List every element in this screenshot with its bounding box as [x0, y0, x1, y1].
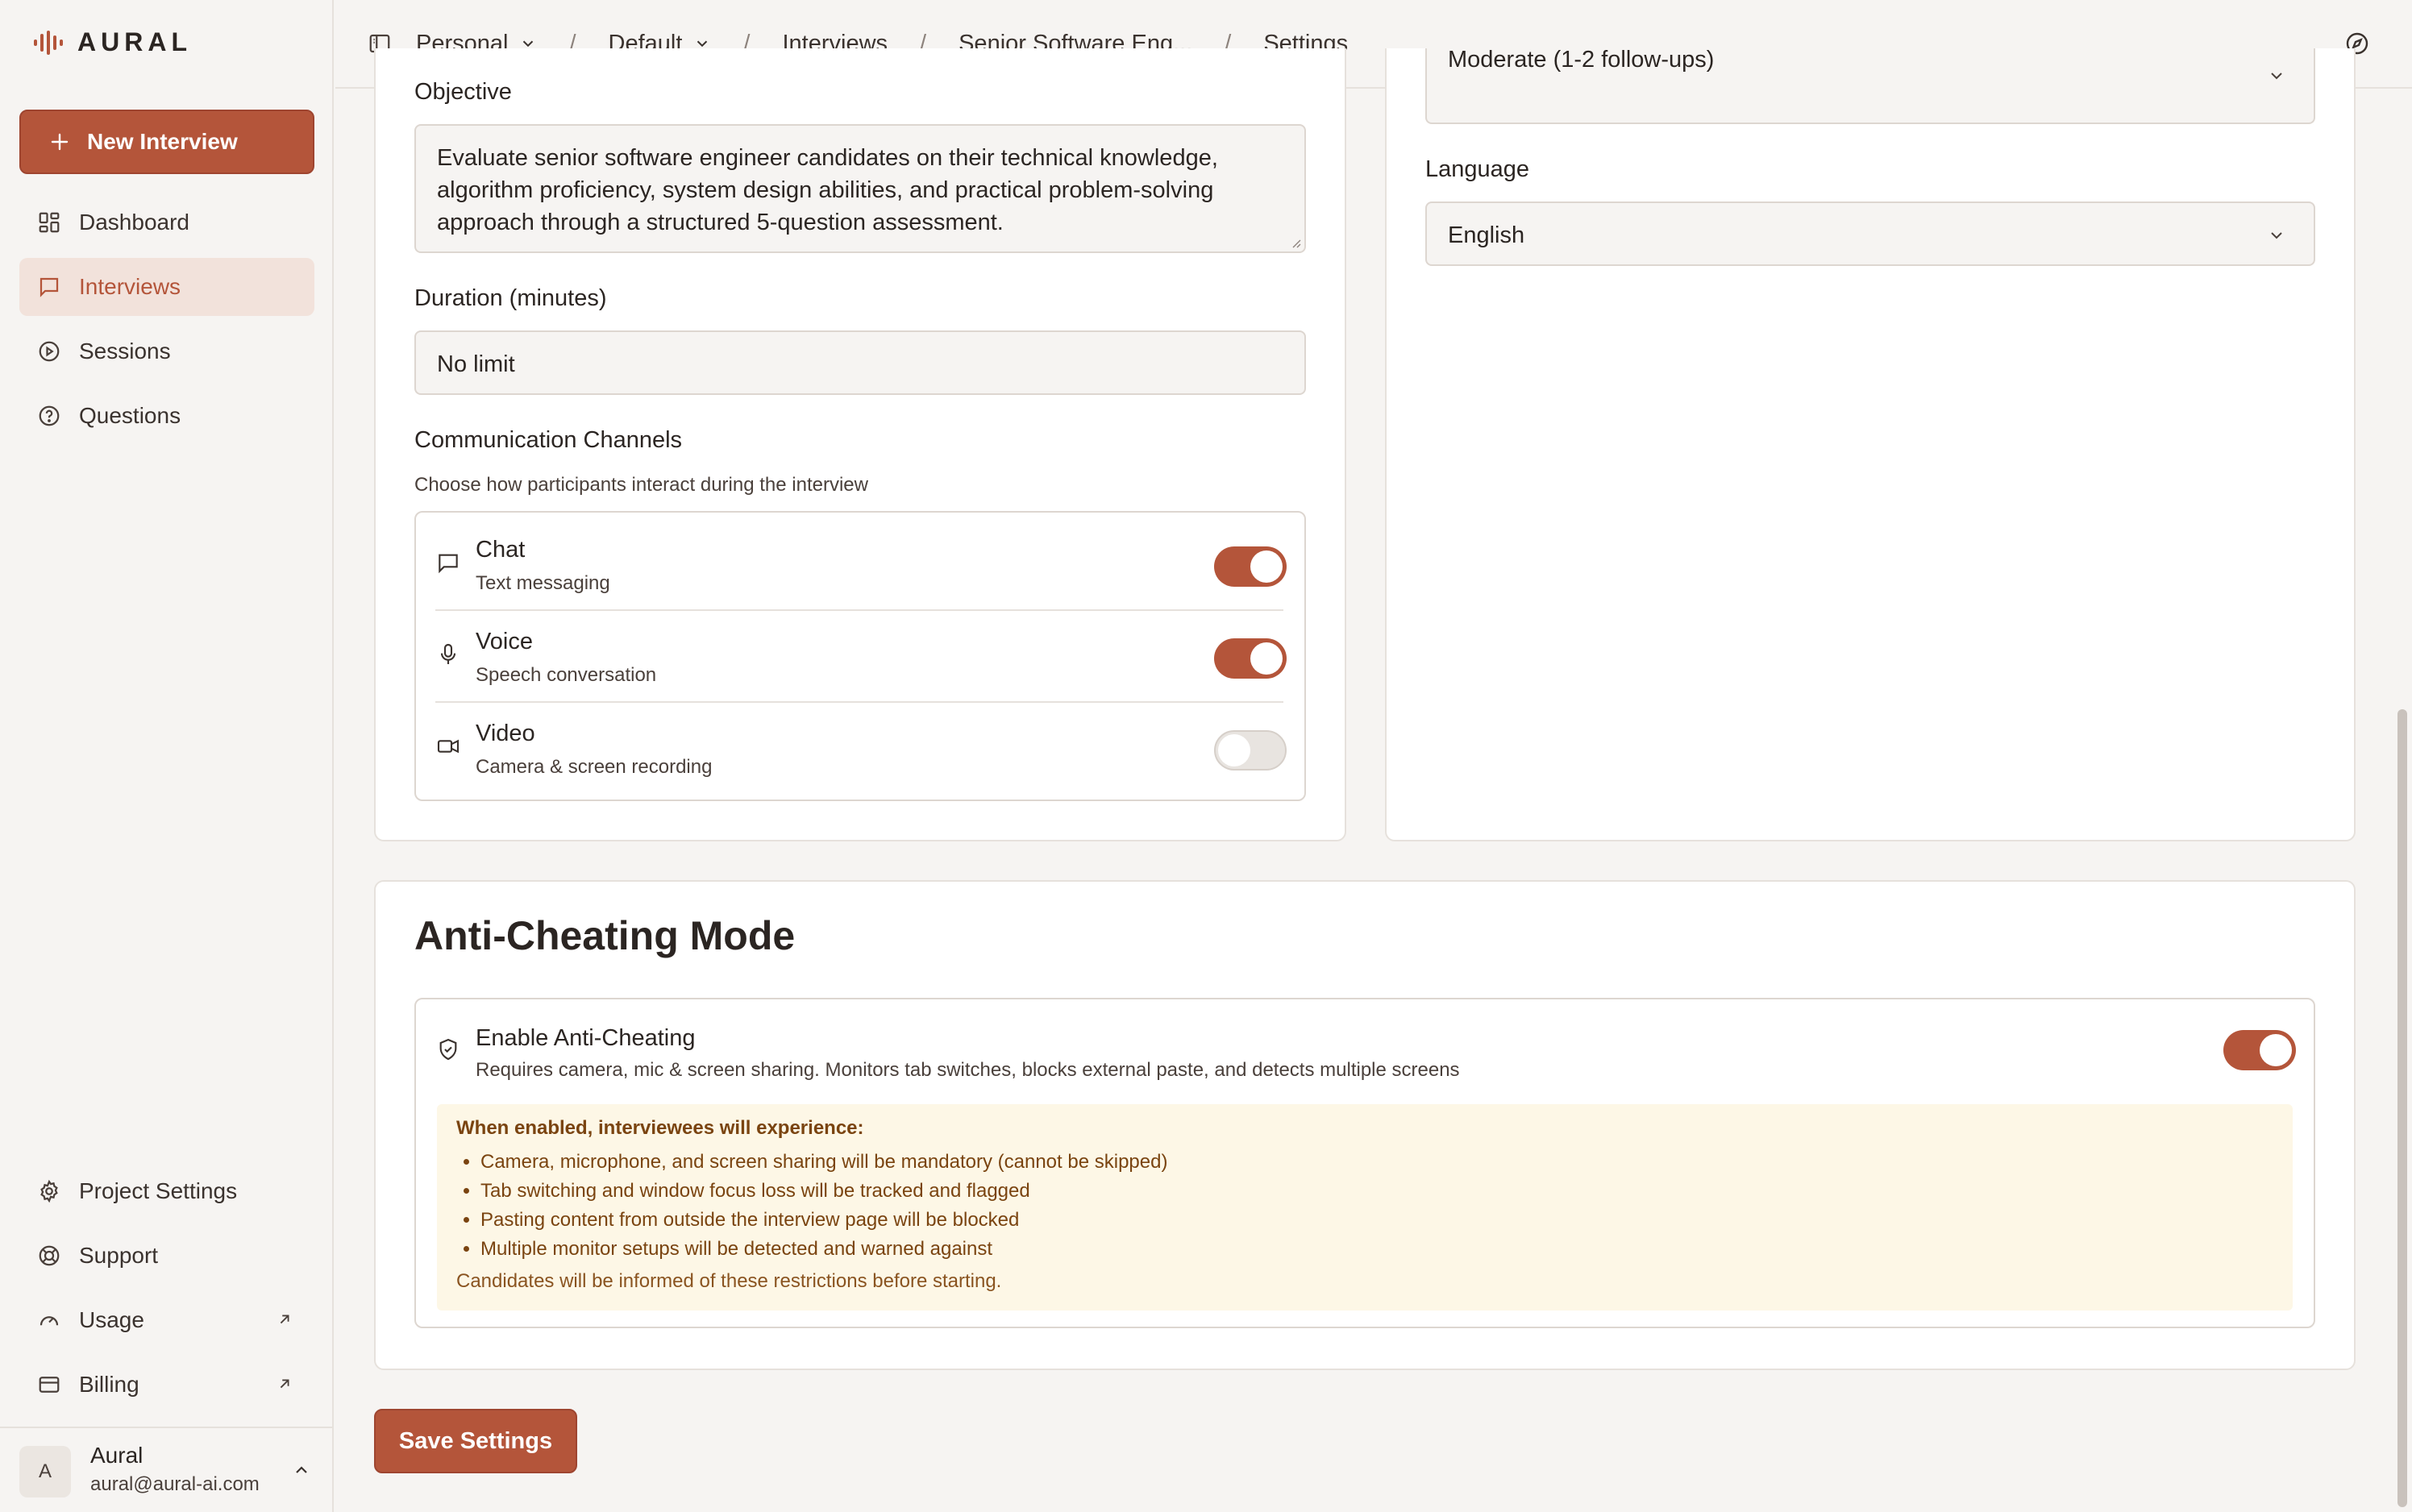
chevron-down-icon: [2271, 73, 2282, 80]
channel-subtitle: Speech conversation: [476, 664, 657, 686]
chevron-up-icon: [296, 1466, 307, 1473]
lifebuoy-icon: [39, 1245, 60, 1266]
toggle-knob: [1218, 734, 1250, 766]
channel-subtitle: Camera & screen recording: [476, 756, 713, 778]
save-settings-button[interactable]: Save Settings: [374, 1409, 577, 1473]
sidebar-item-questions[interactable]: Questions: [19, 387, 314, 445]
anti-cheating-heading: Anti-Cheating Mode: [414, 913, 796, 958]
external-link-icon: [280, 1379, 289, 1389]
channel-subtitle: Text messaging: [476, 572, 610, 594]
chat-toggle[interactable]: [1214, 546, 1287, 587]
credit-card-icon: [39, 1377, 60, 1393]
play-circle-icon: [39, 341, 60, 362]
duration-input[interactable]: No limit: [414, 330, 1306, 395]
sidebar-item-label: Sessions: [79, 339, 171, 363]
voice-toggle[interactable]: [1214, 638, 1287, 679]
objective-label: Objective: [414, 79, 512, 105]
new-interview-label: New Interview: [87, 129, 238, 154]
user-email: aural@aural-ai.com: [90, 1473, 260, 1495]
toggle-knob: [2260, 1034, 2292, 1066]
warning-item: Pasting content from outside the intervi…: [480, 1206, 1167, 1235]
plus-icon: [51, 133, 69, 151]
message-square-icon: [40, 277, 59, 297]
sidebar-item-support[interactable]: Support: [19, 1227, 314, 1285]
channels-label: Communication Channels: [414, 427, 683, 453]
new-interview-button[interactable]: New Interview: [19, 110, 314, 174]
sidebar-item-label: Billing: [79, 1372, 139, 1397]
anti-cheating-warning: When enabled, interviewees will experien…: [437, 1104, 2293, 1311]
channel-title: Chat: [476, 537, 526, 563]
followup-value: Moderate (1-2 follow-ups): [1448, 48, 1715, 73]
toggle-knob: [1250, 550, 1283, 583]
anti-cheating-option: Enable Anti-Cheating Requires camera, mi…: [414, 998, 2315, 1328]
channels-list: Chat Text messaging Voice Speech convers…: [414, 511, 1306, 801]
app-root: AURAL New Interview Dashboard Interviews…: [0, 0, 2412, 1512]
brand-logo[interactable]: AURAL: [34, 27, 192, 57]
warning-heading: When enabled, interviewees will experien…: [456, 1117, 864, 1139]
channel-video: Video Camera & screen recording: [416, 696, 1304, 788]
objective-textarea[interactable]: Evaluate senior software engineer candid…: [414, 124, 1306, 253]
channel-title: Voice: [476, 629, 533, 654]
help-circle-icon: [39, 405, 60, 426]
scrollbar-thumb[interactable]: [2397, 709, 2407, 1507]
sidebar-item-project-settings[interactable]: Project Settings: [19, 1162, 314, 1220]
sidebar-item-sessions[interactable]: Sessions: [19, 322, 314, 380]
sidebar-item-label: Support: [79, 1243, 159, 1268]
gear-icon: [40, 1179, 58, 1203]
chat-icon: [439, 554, 458, 574]
sidebar-item-interviews[interactable]: Interviews: [19, 258, 314, 316]
dashboard-icon: [39, 212, 60, 233]
followup-select[interactable]: Moderate (1-2 follow-ups): [1425, 48, 2315, 124]
shield-check-icon: [439, 1038, 457, 1061]
channels-hint: Choose how participants interact during …: [414, 474, 868, 496]
video-toggle[interactable]: [1214, 730, 1287, 771]
sidebar-item-dashboard[interactable]: Dashboard: [19, 193, 314, 251]
soundwave-logo-icon: [34, 30, 63, 55]
anti-cheating-toggle[interactable]: [2223, 1030, 2296, 1070]
warning-item: Tab switching and window focus loss will…: [480, 1177, 1167, 1206]
user-name: Aural: [90, 1443, 143, 1468]
external-link-icon: [280, 1315, 289, 1324]
duration-label: Duration (minutes): [414, 285, 607, 311]
duration-value: No limit: [437, 351, 515, 377]
gauge-icon: [40, 1316, 59, 1326]
sidebar-item-label: Questions: [79, 403, 181, 428]
language-select[interactable]: English: [1425, 201, 2315, 266]
chevron-down-icon: [2271, 232, 2282, 239]
sidebar-item-billing[interactable]: Billing: [19, 1356, 314, 1414]
warning-item: Camera, microphone, and screen sharing w…: [480, 1148, 1167, 1177]
avatar: A: [19, 1446, 71, 1497]
user-menu[interactable]: A Aural aural@aural-ai.com: [0, 1427, 334, 1512]
preferences-card: [1385, 48, 2356, 841]
warning-item: Multiple monitor setups will be detected…: [480, 1235, 1167, 1264]
anti-cheating-title: Enable Anti-Cheating: [476, 1025, 696, 1051]
anti-cheating-description: Requires camera, mic & screen sharing. M…: [476, 1059, 1460, 1081]
sidebar-item-label: Interviews: [79, 274, 181, 299]
sidebar: AURAL New Interview Dashboard Interviews…: [0, 0, 334, 1512]
warning-list: Camera, microphone, and screen sharing w…: [480, 1148, 1167, 1264]
sidebar-item-label: Project Settings: [79, 1178, 238, 1203]
language-value: English: [1448, 222, 1525, 248]
toggle-knob: [1250, 642, 1283, 675]
sidebar-item-label: Dashboard: [79, 210, 189, 235]
language-label: Language: [1425, 156, 1530, 182]
video-camera-icon: [437, 739, 460, 754]
sidebar-item-label: Usage: [79, 1307, 144, 1332]
channel-title: Video: [476, 721, 535, 746]
microphone-icon: [440, 643, 456, 664]
brand-name: AURAL: [77, 27, 192, 56]
sidebar-item-usage[interactable]: Usage: [19, 1291, 314, 1349]
objective-text: Evaluate senior software engineer candid…: [437, 145, 1218, 235]
channel-chat: Chat Text messaging: [416, 513, 1304, 604]
channel-voice: Voice Speech conversation: [416, 604, 1304, 696]
warning-footnote: Candidates will be informed of these res…: [456, 1270, 1002, 1292]
resize-handle-icon[interactable]: [1290, 237, 1301, 248]
